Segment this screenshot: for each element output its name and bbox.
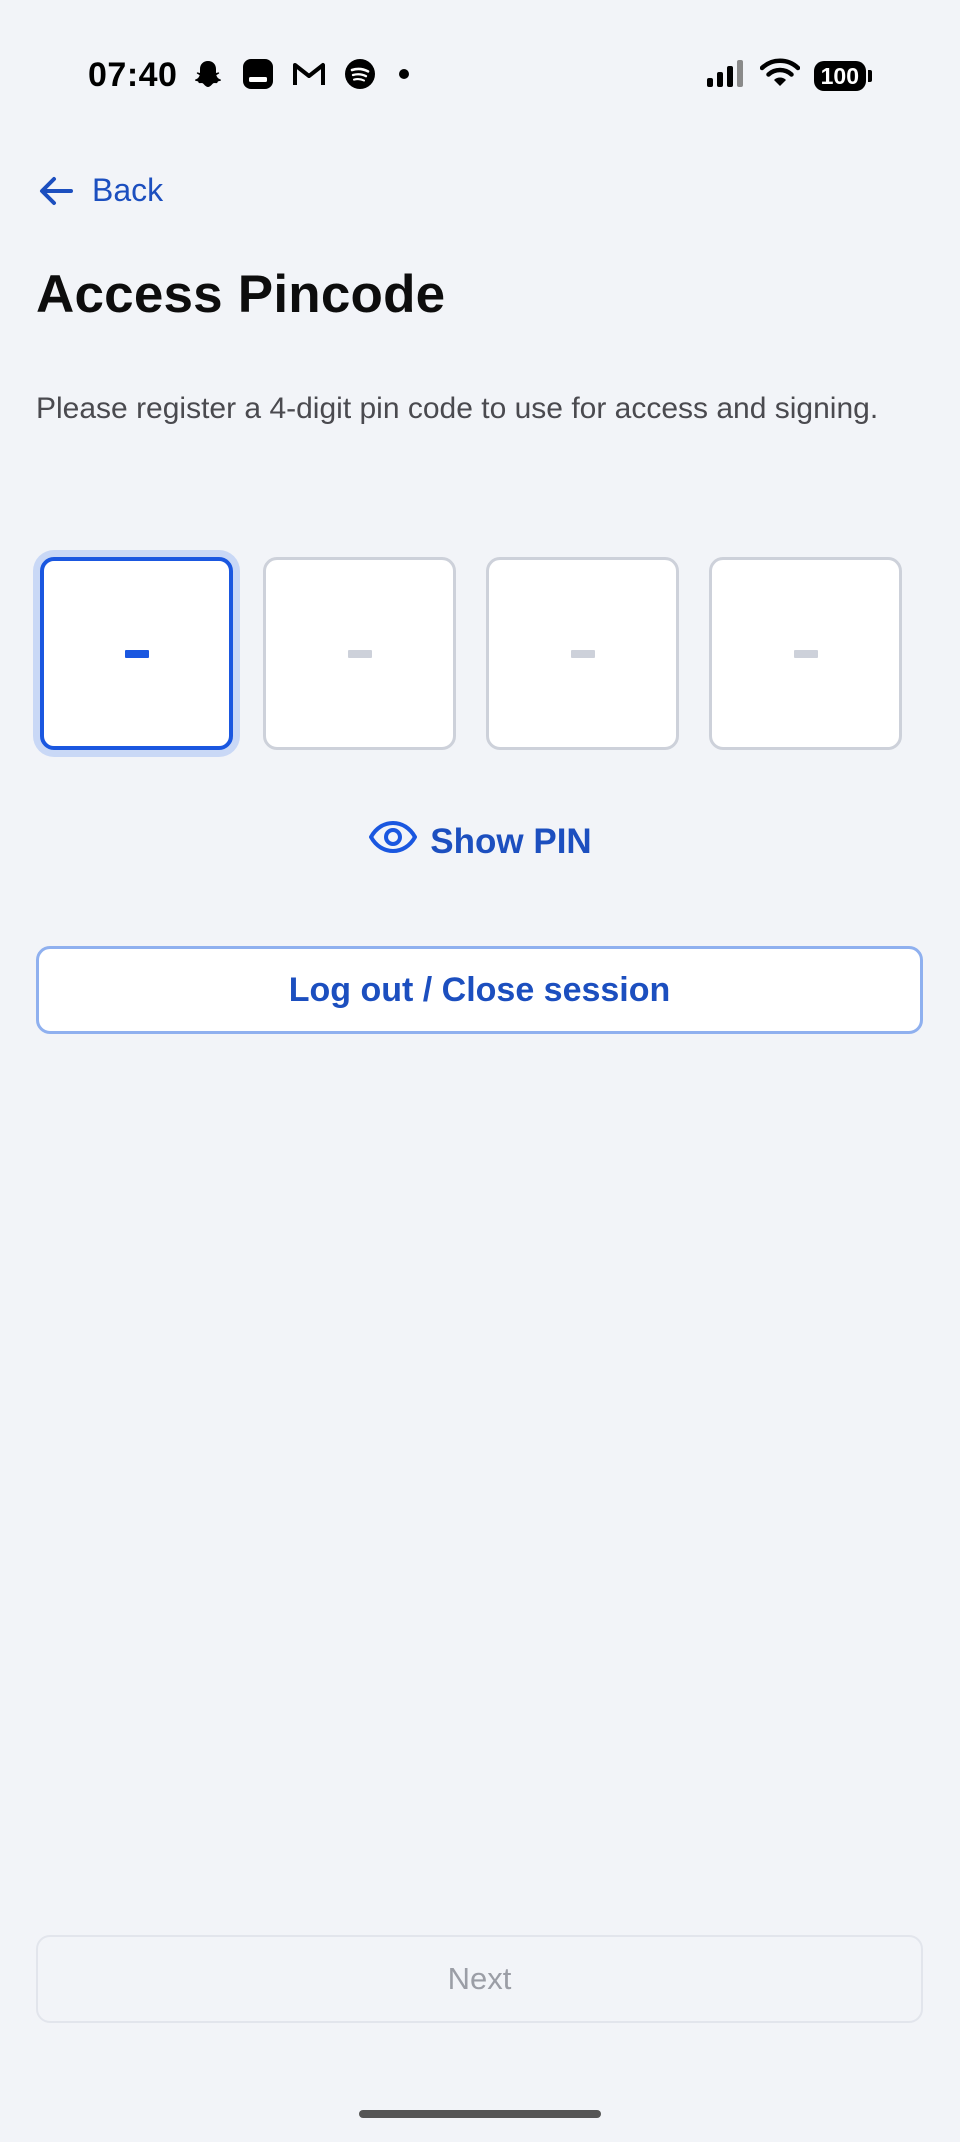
back-label: Back — [92, 172, 164, 208]
battery-level: 100 — [813, 60, 866, 91]
back-button[interactable]: Back — [38, 172, 163, 209]
page-title: Access Pincode — [36, 265, 446, 324]
home-indicator[interactable] — [359, 2110, 601, 2118]
pin-digit-3[interactable] — [486, 557, 679, 750]
page-description: Please register a 4-digit pin code to us… — [36, 392, 879, 425]
arrow-left-icon — [38, 175, 74, 207]
eye-icon — [368, 820, 418, 863]
spotify-icon — [344, 58, 376, 90]
status-time: 07:40 — [88, 56, 178, 94]
pin-digit-1[interactable] — [40, 557, 233, 750]
gmail-icon — [292, 60, 326, 88]
pin-placeholder-dash — [124, 649, 149, 658]
snapchat-icon — [192, 58, 224, 90]
battery-tip — [868, 69, 872, 82]
dot-icon — [394, 58, 414, 90]
battery-icon: 100 — [813, 60, 872, 91]
show-pin-button[interactable]: Show PIN — [0, 820, 960, 863]
pin-placeholder-dash — [793, 649, 818, 658]
logout-button[interactable]: Log out / Close session — [36, 946, 923, 1034]
pin-digit-4[interactable] — [709, 557, 902, 750]
pin-placeholder-dash — [347, 649, 372, 658]
status-bar: 07:40 100 — [0, 0, 960, 150]
pin-digit-2[interactable] — [263, 557, 456, 750]
notification-icons — [192, 58, 414, 90]
next-button[interactable]: Next — [36, 1935, 923, 2023]
wifi-icon — [759, 58, 800, 93]
pin-placeholder-dash — [570, 649, 595, 658]
system-status-icons: 100 — [706, 58, 872, 93]
app-square-icon — [242, 58, 274, 90]
show-pin-label: Show PIN — [430, 821, 592, 861]
cellular-signal-icon — [706, 58, 746, 93]
pin-input-group — [40, 557, 902, 750]
